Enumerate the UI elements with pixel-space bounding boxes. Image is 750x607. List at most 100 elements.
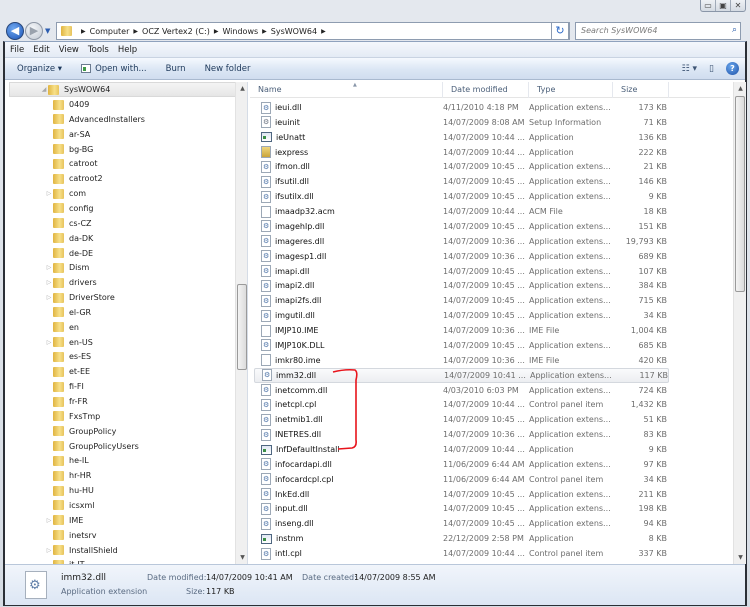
column-size[interactable]: Size	[613, 82, 669, 98]
minimize-button[interactable]: ▭	[701, 0, 715, 11]
file-row[interactable]: infocardcpl.cpl 11/06/2009 6:44 AM Control…	[254, 472, 669, 487]
tree-item[interactable]: inetsrv	[45, 528, 97, 543]
file-row[interactable]: ieui.dll 4/11/2010 4:18 PM Application ext…	[254, 100, 669, 115]
file-row[interactable]: ifmon.dll 14/07/2009 10:45 ... Application…	[254, 159, 669, 174]
help-icon[interactable]: ?	[726, 62, 739, 75]
burn-button[interactable]: Burn	[166, 64, 186, 74]
tree-item[interactable]: AdvancedInstallers	[45, 112, 145, 127]
tree-item[interactable]: 0409	[45, 97, 89, 112]
change-view-icon[interactable]: ☷ ▾	[682, 64, 697, 74]
breadcrumb-item[interactable]: SysWOW64	[271, 27, 317, 36]
tree-item[interactable]: fi-FI	[45, 379, 84, 394]
menu-view[interactable]: View	[59, 45, 79, 55]
file-row[interactable]: imagehlp.dll 14/07/2009 10:45 ... Applicat…	[254, 219, 669, 234]
address-bar[interactable]: ▶ Computer ▶ OCZ Vertex2 (C:) ▶ Windows ▶ SysWO…	[56, 22, 570, 40]
maximize-button[interactable]: ▣	[715, 0, 730, 11]
tree-item[interactable]: hu-HU	[45, 483, 94, 498]
breadcrumb-item[interactable]: Computer	[90, 27, 130, 36]
recent-pages-dropdown[interactable]: ▼	[45, 27, 50, 35]
tree-item[interactable]: it-IT	[45, 557, 85, 564]
tree-item[interactable]: da-DK	[45, 231, 93, 246]
tree-item[interactable]: el-GR	[45, 305, 91, 320]
file-row[interactable]: IMJP10.IME 14/07/2009 10:36 ... IME File 1,…	[254, 323, 669, 338]
file-row[interactable]: infocardapi.dll 11/06/2009 6:44 AM Applica…	[254, 457, 669, 472]
file-row[interactable]: imapi2.dll 14/07/2009 10:45 ... Applicatio…	[254, 278, 669, 293]
expand-arrow-icon[interactable]: ▷	[45, 517, 53, 524]
expand-arrow-icon[interactable]: ▷	[45, 190, 53, 197]
tree-item[interactable]: ar-SA	[45, 127, 90, 142]
menu-tools[interactable]: Tools	[88, 45, 109, 55]
tree-item[interactable]: ▷ DriverStore	[45, 290, 115, 305]
menu-edit[interactable]: Edit	[33, 45, 49, 55]
tree-item[interactable]: GroupPolicyUsers	[45, 439, 139, 454]
tree-item[interactable]: catroot2	[45, 171, 103, 186]
tree-item[interactable]: bg-BG	[45, 142, 93, 157]
breadcrumb-item[interactable]: Windows	[222, 27, 258, 36]
file-row[interactable]: inseng.dll 14/07/2009 10:45 ... Applicatio…	[254, 516, 669, 531]
file-row[interactable]: inetcomm.dll 4/03/2010 6:03 PM Application…	[254, 383, 669, 398]
scroll-up-arrow-icon[interactable]: ▲	[236, 82, 247, 95]
tree-item[interactable]: ▷ drivers	[45, 275, 97, 290]
file-row[interactable]: imgutil.dll 14/07/2009 10:45 ... Applicati…	[254, 308, 669, 323]
breadcrumb-item[interactable]: OCZ Vertex2 (C:)	[142, 27, 210, 36]
file-row[interactable]: input.dll 14/07/2009 10:45 ... Application…	[254, 501, 669, 516]
breadcrumb-separator-icon[interactable]: ▶	[133, 28, 138, 35]
file-row[interactable]: INETRES.dll 14/07/2009 10:36 ... Applicati…	[254, 427, 669, 442]
open-with-button[interactable]: Open with...	[81, 64, 147, 74]
expand-arrow-icon[interactable]: ▷	[45, 279, 53, 286]
tree-item-syswow64[interactable]: ◢ SysWOW64	[9, 82, 237, 97]
file-row[interactable]: imaadp32.acm 14/07/2009 10:44 ... ACM File…	[254, 204, 669, 219]
expand-arrow-icon[interactable]: ▷	[45, 264, 53, 271]
breadcrumb-separator-icon[interactable]: ▶	[262, 28, 267, 35]
file-list-scrollbar[interactable]: ▲ ▼	[733, 82, 746, 564]
scroll-thumb[interactable]	[735, 96, 745, 292]
breadcrumb-separator-icon[interactable]: ▶	[214, 28, 219, 35]
file-row[interactable]: ifsutil.dll 14/07/2009 10:45 ... Applicati…	[254, 174, 669, 189]
back-button[interactable]: ◀	[6, 22, 24, 40]
column-date-modified[interactable]: Date modified	[443, 82, 529, 98]
column-name[interactable]: Name ▲	[250, 82, 443, 98]
nav-scrollbar[interactable]: ▲ ▼	[235, 82, 247, 564]
file-row[interactable]: imapi.dll 14/07/2009 10:45 ... Application…	[254, 264, 669, 279]
menu-help[interactable]: Help	[118, 45, 137, 55]
column-type[interactable]: Type	[529, 82, 613, 98]
file-row[interactable]: imagesp1.dll 14/07/2009 10:36 ... Applicat…	[254, 249, 669, 264]
file-row[interactable]: InkEd.dll 14/07/2009 10:45 ... Application…	[254, 487, 669, 502]
tree-item[interactable]: config	[45, 201, 93, 216]
file-row[interactable]: ifsutilx.dll 14/07/2009 10:45 ... Applicat…	[254, 189, 669, 204]
tree-item[interactable]: ▷ en-US	[45, 335, 93, 350]
expand-arrow-icon[interactable]: ▷	[45, 339, 53, 346]
scroll-thumb[interactable]	[237, 284, 247, 370]
tree-item[interactable]: GroupPolicy	[45, 424, 116, 439]
tree-item[interactable]: icsxml	[45, 498, 95, 513]
scroll-down-arrow-icon[interactable]: ▼	[236, 551, 247, 564]
tree-item[interactable]: he-IL	[45, 453, 89, 468]
tree-item[interactable]: ▷ Dism	[45, 260, 89, 275]
expand-arrow-icon[interactable]: ▷	[45, 294, 53, 301]
file-row[interactable]: InfDefaultInstall 14/07/2009 10:44 ... App…	[254, 442, 669, 457]
search-input[interactable]: Search SysWOW64 ⌕	[575, 22, 741, 40]
tree-item[interactable]: fr-FR	[45, 394, 88, 409]
expand-arrow-icon[interactable]: ▷	[45, 547, 53, 554]
expanded-arrow-icon[interactable]: ◢	[40, 86, 48, 93]
preview-pane-icon[interactable]: ▯	[709, 64, 714, 74]
tree-item[interactable]: es-ES	[45, 349, 91, 364]
tree-item[interactable]: ▷ IME	[45, 513, 83, 528]
file-row[interactable]: ieuinit 14/07/2009 8:08 AM Setup Informati…	[254, 115, 669, 130]
file-row[interactable]: intl.cpl 14/07/2009 10:44 ... Control pane…	[254, 546, 669, 561]
forward-button[interactable]: ▶	[25, 22, 43, 40]
scroll-down-arrow-icon[interactable]: ▼	[734, 551, 747, 564]
search-icon[interactable]: ⌕	[732, 25, 737, 35]
tree-item[interactable]: et-EE	[45, 364, 90, 379]
tree-item[interactable]: catroot	[45, 156, 97, 171]
file-row[interactable]: iexpress 14/07/2009 10:44 ... Application 2…	[254, 145, 669, 160]
tree-item[interactable]: cs-CZ	[45, 216, 92, 231]
file-row[interactable]: IMJP10K.DLL 14/07/2009 10:45 ... Applicati…	[254, 338, 669, 353]
file-row[interactable]: instnm 22/12/2009 2:58 PM Application 8 KB	[254, 531, 669, 546]
breadcrumb-separator-icon[interactable]: ▶	[321, 28, 326, 35]
tree-item[interactable]: de-DE	[45, 246, 93, 261]
tree-item[interactable]: en	[45, 320, 79, 335]
tree-item[interactable]: FxsTmp	[45, 409, 100, 424]
organize-button[interactable]: Organize ▾	[17, 64, 62, 74]
file-row[interactable]: ieUnatt 14/07/2009 10:44 ... Application 13…	[254, 130, 669, 145]
